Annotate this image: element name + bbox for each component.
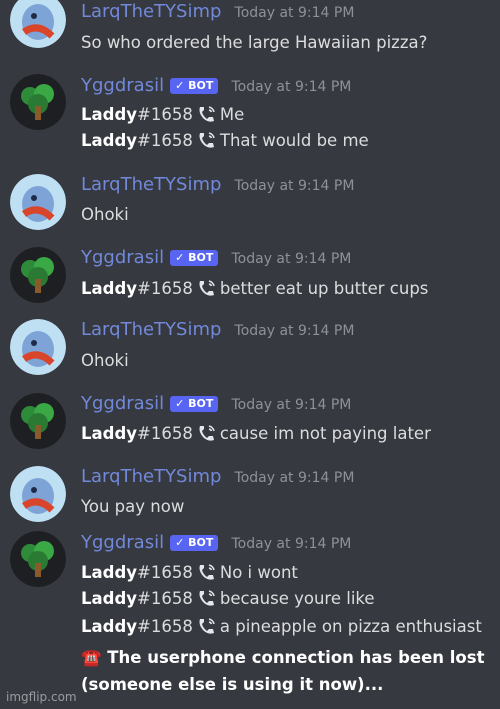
timestamp: Today at 9:14 PM: [234, 178, 355, 194]
bot-badge: ✓ BOT: [170, 535, 219, 551]
relay-tag: #1658: [137, 131, 193, 150]
watermark: imgflip.com: [6, 690, 77, 704]
system-message: (someone else is using it now)...: [81, 675, 384, 694]
message-line: Laddy#1658 a pineapple on pizza enthusias…: [81, 616, 482, 641]
username[interactable]: LarqTheTYSimp: [81, 319, 221, 340]
message-text: You pay now: [81, 497, 185, 516]
relay-tag: #1658: [137, 279, 193, 298]
message-text: Ohoki: [81, 351, 129, 370]
message-line: Laddy#1658 Me: [81, 104, 244, 129]
message-text: No i wont: [219, 563, 298, 582]
message-text: cause im not paying later: [219, 424, 431, 443]
message-text: That would be me: [219, 131, 369, 150]
message-text: Ohoki: [81, 205, 129, 224]
phone-icon: [197, 617, 217, 641]
message-line: Laddy#1658 That would be me: [81, 130, 369, 155]
relay-tag: #1658: [137, 424, 193, 443]
avatar-yggdrasil[interactable]: [10, 74, 66, 130]
message-text: So who ordered the large Hawaiian pizza?: [81, 33, 428, 52]
message-line: Laddy#1658 because youre like: [81, 588, 375, 613]
username[interactable]: LarqTheTYSimp: [81, 466, 221, 487]
username[interactable]: LarqTheTYSimp: [81, 174, 221, 195]
relay-username: Laddy: [81, 279, 138, 298]
timestamp: Today at 9:14 PM: [231, 397, 352, 413]
message-line: Laddy#1658 No i wont: [81, 562, 298, 587]
bot-badge: ✓ BOT: [170, 78, 219, 94]
relay-tag: #1658: [137, 617, 193, 636]
message-text: better eat up butter cups: [219, 279, 429, 298]
timestamp: Today at 9:14 PM: [234, 5, 355, 21]
username[interactable]: LarqTheTYSimp: [81, 1, 221, 22]
relay-tag: #1658: [137, 563, 193, 582]
bot-badge: ✓ BOT: [170, 396, 219, 412]
timestamp: Today at 9:14 PM: [231, 251, 352, 267]
avatar-yggdrasil[interactable]: [10, 247, 66, 303]
message-text: because youre like: [219, 589, 375, 608]
phone-icon: [197, 563, 217, 587]
avatar-larq[interactable]: [10, 466, 66, 522]
phone-icon: [197, 424, 217, 448]
system-message: ☎️ The userphone connection has been los…: [81, 648, 485, 667]
avatar-larq[interactable]: [10, 174, 66, 230]
username[interactable]: Yggdrasil: [81, 393, 164, 414]
timestamp: Today at 9:14 PM: [231, 79, 352, 95]
message-line: Laddy#1658 cause im not paying later: [81, 423, 431, 448]
avatar-yggdrasil[interactable]: [10, 393, 66, 449]
username[interactable]: Yggdrasil: [81, 75, 164, 96]
timestamp: Today at 9:14 PM: [234, 323, 355, 339]
phone-icon: [197, 589, 217, 613]
phone-icon: [197, 105, 217, 129]
phone-icon: [197, 279, 217, 303]
relay-username: Laddy: [81, 131, 138, 150]
avatar-yggdrasil[interactable]: [10, 531, 66, 587]
timestamp: Today at 9:14 PM: [234, 470, 355, 486]
relay-tag: #1658: [137, 105, 193, 124]
username[interactable]: Yggdrasil: [81, 247, 164, 268]
relay-username: Laddy: [81, 563, 138, 582]
message-text: a pineapple on pizza enthusiast: [219, 617, 482, 636]
message-line: Laddy#1658 better eat up butter cups: [81, 278, 428, 303]
message-text: Me: [219, 105, 245, 124]
phone-icon: [197, 131, 217, 155]
username[interactable]: Yggdrasil: [81, 532, 164, 553]
bot-badge: ✓ BOT: [170, 250, 219, 266]
relay-username: Laddy: [81, 424, 138, 443]
avatar-larq[interactable]: [10, 319, 66, 375]
avatar-larq[interactable]: [10, 0, 66, 48]
relay-username: Laddy: [81, 105, 138, 124]
relay-username: Laddy: [81, 617, 138, 636]
relay-username: Laddy: [81, 589, 138, 608]
relay-tag: #1658: [137, 589, 193, 608]
timestamp: Today at 9:14 PM: [231, 536, 352, 552]
